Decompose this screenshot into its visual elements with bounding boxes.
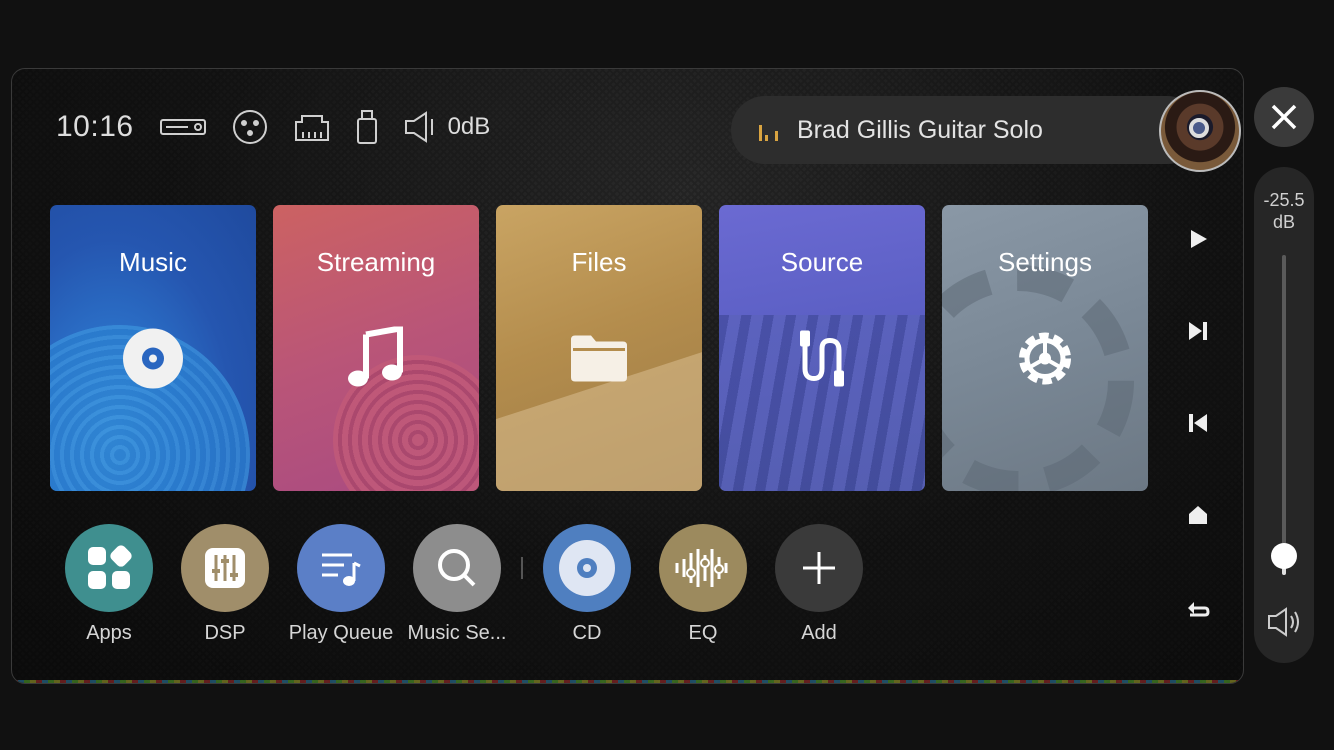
card-label: Files [571, 247, 627, 277]
dock-label: EQ [688, 622, 718, 644]
card-settings[interactable]: Settings [942, 205, 1148, 491]
eject-icon[interactable] [1184, 501, 1212, 529]
volume-slider-knob[interactable] [1271, 542, 1297, 569]
volume-value: -25.5 [1263, 190, 1305, 210]
dock-eq[interactable]: EQ [645, 524, 761, 645]
card-label: Streaming [316, 247, 436, 277]
dock-play-queue-circle[interactable] [297, 524, 385, 612]
ethernet-icon [294, 112, 330, 142]
sliders-icon [205, 548, 245, 588]
dock-label: DSP [204, 622, 246, 644]
play-icon[interactable] [1184, 225, 1212, 253]
usb-icon [356, 109, 378, 145]
dock-play-queue[interactable]: Play Queue [283, 524, 399, 645]
volume-readout: -25.5 dB [1254, 189, 1314, 233]
back-icon[interactable] [1184, 593, 1212, 621]
dock-label: CD [572, 622, 602, 644]
dock-label: Play Queue [288, 622, 394, 644]
card-label: Source [780, 247, 864, 277]
dock-label: Music Se... [407, 622, 507, 644]
dock-label: Add [801, 622, 837, 644]
close-button[interactable] [1254, 87, 1314, 147]
volume-unit: dB [1272, 212, 1296, 232]
dock-divider [521, 557, 523, 579]
dock-music-search-circle[interactable] [413, 524, 501, 612]
cd-icon [559, 540, 615, 596]
search-icon [438, 549, 476, 587]
next-track-icon[interactable] [1184, 317, 1212, 345]
playlist-icon [322, 553, 361, 586]
dock-apps[interactable]: Apps [51, 524, 167, 645]
dock-cd[interactable]: CD [529, 524, 645, 645]
dock-apps-circle[interactable] [65, 524, 153, 612]
card-label: Settings [998, 247, 1092, 277]
now-playing-title: Brad Gillis Guitar Solo [797, 115, 1043, 144]
folder-icon [569, 334, 629, 389]
card-label: Music [119, 247, 187, 277]
volume-status: 0dB [404, 111, 491, 143]
album-art[interactable] [1159, 90, 1241, 172]
dock-music-search[interactable]: Music Se... [399, 524, 515, 645]
volume-status-level: 0dB [447, 113, 491, 140]
dock-add-circle[interactable] [775, 524, 863, 612]
status-bar: 10:16 0dB [56, 107, 490, 147]
dock-cd-circle[interactable] [543, 524, 631, 612]
dock-dsp[interactable]: DSP [167, 524, 283, 645]
dock-add[interactable]: Add [761, 524, 877, 645]
cable-icon [794, 329, 850, 394]
volume-slider-track[interactable] [1282, 255, 1286, 575]
speaker-icon [404, 111, 438, 143]
bottom-accent-strip [12, 680, 1243, 683]
card-files[interactable]: Files [496, 205, 702, 491]
dock-dsp-circle[interactable] [181, 524, 269, 612]
equalizer-bars-icon [759, 119, 783, 141]
gear-icon [1013, 327, 1077, 396]
music-note-icon [346, 324, 406, 396]
plus-icon [803, 552, 835, 584]
main-panel: 10:16 0dB Brad Gillis Guitar Solo Music [11, 68, 1244, 684]
volume-panel: -25.5 dB [1254, 167, 1314, 663]
xlr-icon [232, 109, 268, 145]
clock: 10:16 [56, 110, 134, 143]
input-device-icon [159, 116, 206, 138]
card-streaming[interactable]: Streaming [273, 205, 479, 491]
card-source[interactable]: Source [719, 205, 925, 491]
disc-icon [121, 327, 185, 396]
equalizer-icon [675, 549, 728, 587]
speaker-icon[interactable] [1267, 607, 1303, 642]
card-music[interactable]: Music [50, 205, 256, 491]
close-icon [1271, 104, 1297, 130]
dock-label: Apps [86, 622, 132, 644]
now-playing-bar[interactable]: Brad Gillis Guitar Solo [731, 96, 1201, 164]
main-cards: Music Streaming Files Source Settings [50, 205, 1148, 491]
dock-eq-circle[interactable] [659, 524, 747, 612]
apps-grid-icon [88, 545, 132, 589]
app-dock: Apps DSP Play Queue Music Se... CD EQ Ad… [51, 524, 877, 645]
previous-track-icon[interactable] [1184, 409, 1212, 437]
